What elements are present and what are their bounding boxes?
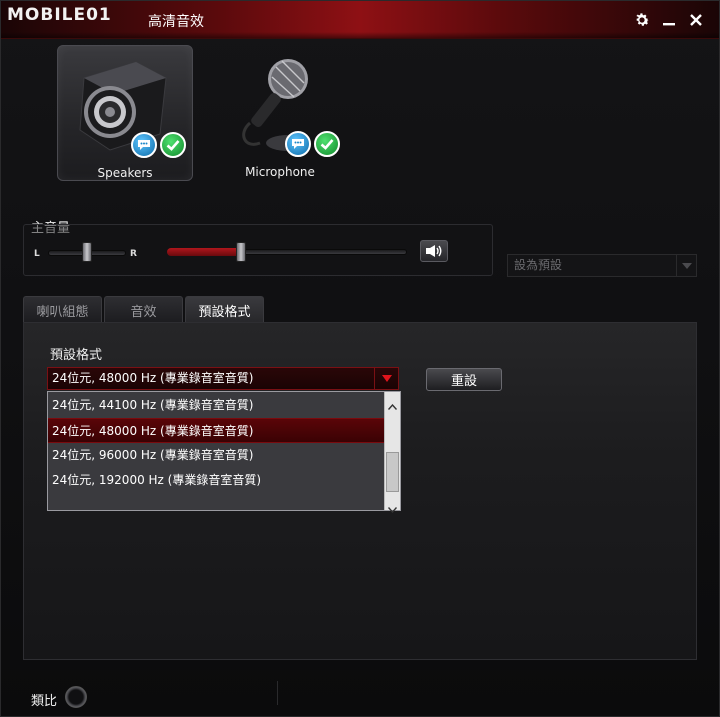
set-default-label: 設為預設 xyxy=(514,258,563,272)
chat-bubble-icon xyxy=(131,132,157,158)
format-options-list[interactable]: 24位元, 44100 Hz (專業錄音室音質) 24位元, 48000 Hz … xyxy=(47,391,401,514)
tab-default-format[interactable]: 預設格式 xyxy=(185,296,264,324)
format-option-192000[interactable]: 24位元, 192000 Hz (專業錄音室音質) xyxy=(48,468,385,493)
window-title: 高清音效 xyxy=(148,14,204,30)
scrollbar-thumb[interactable] xyxy=(386,452,399,492)
analog-jack-icon[interactable] xyxy=(65,686,87,708)
format-list-scrollbar[interactable] xyxy=(384,392,400,514)
device-microphone[interactable]: Microphone xyxy=(212,45,348,181)
format-option-96000[interactable]: 24位元, 96000 Hz (專業錄音室音質) xyxy=(48,443,385,468)
chevron-down-icon xyxy=(374,368,398,389)
device-speakers[interactable]: Speakers xyxy=(57,45,193,181)
format-option-44100[interactable]: 24位元, 44100 Hz (專業錄音室音質) xyxy=(48,393,385,418)
chevron-down-icon xyxy=(676,255,696,276)
analog-label: 類比 xyxy=(31,694,58,709)
default-format-value: 24位元, 48000 Hz (專業錄音室音質) xyxy=(52,371,254,385)
footer-divider xyxy=(277,681,278,705)
minimize-icon[interactable] xyxy=(658,9,680,31)
reset-button[interactable]: 重設 xyxy=(426,368,502,391)
balance-slider-thumb[interactable] xyxy=(82,242,92,262)
close-icon[interactable] xyxy=(685,9,707,31)
master-volume-fill xyxy=(167,248,242,256)
tab-speaker-config[interactable]: 喇叭組態 xyxy=(23,296,102,323)
device-label-microphone: Microphone xyxy=(245,165,315,179)
checkmark-icon xyxy=(160,132,186,158)
balance-left-label: L xyxy=(34,249,40,259)
settings-gear-icon[interactable] xyxy=(631,9,653,31)
title-bar: MOBILE01 高清音效 xyxy=(1,1,719,39)
set-default-dropdown[interactable]: 設為預設 xyxy=(507,254,697,277)
speaker-volume-icon xyxy=(426,245,442,257)
tab-sound-effects[interactable]: 音效 xyxy=(104,296,183,323)
format-option-48000[interactable]: 24位元, 48000 Hz (專業錄音室音質) xyxy=(48,418,385,443)
balance-right-label: R xyxy=(130,249,137,259)
brand-logo: MOBILE01 xyxy=(7,5,112,25)
app-window: MOBILE01 高清音效 Speakers Microphone L R 設為… xyxy=(0,0,720,717)
microphone-icon xyxy=(230,53,326,157)
master-volume-slider-thumb[interactable] xyxy=(236,242,247,262)
default-format-label: 預設格式 xyxy=(50,348,103,363)
checkmark-icon xyxy=(314,131,340,157)
scroll-up-icon[interactable] xyxy=(387,395,398,414)
mute-button[interactable] xyxy=(420,240,448,262)
default-format-dropdown[interactable]: 24位元, 48000 Hz (專業錄音室音質) xyxy=(47,367,399,390)
device-label-speakers: Speakers xyxy=(97,166,153,180)
scroll-down-icon[interactable] xyxy=(387,498,398,517)
chat-bubble-icon xyxy=(285,131,311,157)
